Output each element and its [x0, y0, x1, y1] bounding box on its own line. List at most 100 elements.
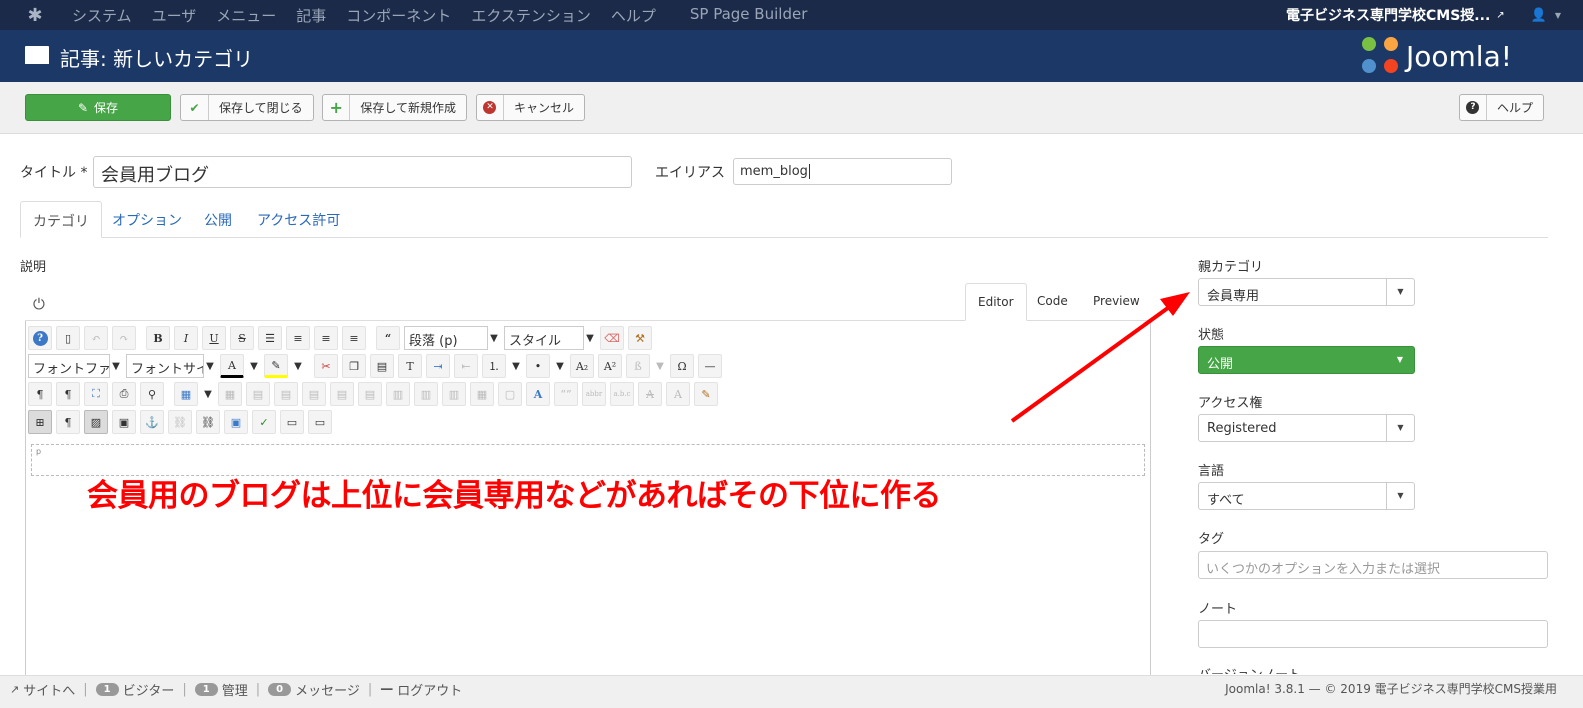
cancel-button[interactable]: ✕ キャンセル [476, 94, 585, 121]
ordered-list-icon[interactable]: ⒈ [482, 354, 506, 378]
logout-link[interactable]: — ログアウト [380, 680, 462, 699]
tab-code[interactable]: Code [1025, 283, 1080, 321]
alias-input[interactable]: mem_blog [733, 158, 952, 185]
external-link-icon[interactable]: ↗ [1496, 10, 1504, 21]
insert-row-after-icon[interactable]: ▤ [330, 382, 354, 406]
highlight-color-icon[interactable]: ✎ [264, 354, 288, 378]
pagebreak-icon[interactable]: ▭ [280, 410, 304, 434]
table-caret-icon[interactable]: ▼ [202, 389, 214, 400]
table-icon[interactable]: ▦ [174, 382, 198, 406]
menu-menus[interactable]: メニュー [206, 5, 286, 26]
non-breaking-icon[interactable]: ▨ [84, 410, 108, 434]
table-row-props-icon[interactable]: ▤ [246, 382, 270, 406]
text-color-icon[interactable]: A [220, 354, 244, 378]
remove-format-icon[interactable]: ß [626, 354, 650, 378]
messages-link[interactable]: 0 メッセージ [268, 680, 360, 699]
save-new-button[interactable]: + 保存して新規作成 [322, 94, 467, 121]
tab-publishing[interactable]: 公開 [192, 201, 244, 238]
delete-row-icon[interactable]: ▤ [358, 382, 382, 406]
visitors-link[interactable]: 1 ビジター [95, 680, 174, 699]
ordered-list-caret-icon[interactable]: ▼ [510, 361, 522, 372]
save-button[interactable]: ✎ 保存 [25, 94, 171, 121]
undo-icon[interactable]: ↶ [84, 326, 108, 350]
del-icon[interactable]: A [638, 382, 662, 406]
eraser-icon[interactable]: ⌫ [600, 326, 624, 350]
menu-extensions[interactable]: エクステンション [461, 5, 601, 26]
subscript-icon[interactable]: A₂ [570, 354, 594, 378]
table-delete-icon[interactable]: ▦ [218, 382, 242, 406]
spellcheck-icon[interactable]: ✓ [252, 410, 276, 434]
outdent-icon[interactable]: ⇤ [454, 354, 478, 378]
paste-icon[interactable]: ▤ [370, 354, 394, 378]
delete-col-icon[interactable]: ▥ [442, 382, 466, 406]
align-left-icon[interactable]: ≡ [314, 326, 338, 350]
layer-icon[interactable]: ▭ [308, 410, 332, 434]
tab-preview[interactable]: Preview [1081, 283, 1152, 321]
visual-aid-icon[interactable]: ⊞ [28, 410, 52, 434]
link-icon[interactable]: ⛓ [196, 410, 220, 434]
new-document-icon[interactable]: ▯ [56, 326, 80, 350]
align-justify-icon[interactable]: ☰ [258, 326, 282, 350]
indent-icon[interactable]: ⇥ [426, 354, 450, 378]
highlight-caret-icon[interactable]: ▼ [292, 361, 304, 372]
align-right-icon[interactable]: ≡ [342, 326, 366, 350]
save-close-button[interactable]: ✔ 保存して閉じる [180, 94, 314, 121]
font-family-caret-icon[interactable]: ▼ [110, 361, 122, 372]
fullscreen-icon[interactable]: ⛶ [84, 382, 108, 406]
user-icon[interactable]: 👤 [1531, 8, 1547, 23]
blockquote-icon[interactable]: “ [376, 326, 400, 350]
tab-category[interactable]: カテゴリ [20, 201, 102, 238]
merge-cells-icon[interactable]: ▢ [498, 382, 522, 406]
joomla-logo-icon[interactable]: ✱ [20, 5, 50, 26]
superscript-icon[interactable]: A² [598, 354, 622, 378]
tags-input[interactable]: いくつかのオプションを入力または選択 [1198, 551, 1548, 579]
tab-editor[interactable]: Editor [965, 283, 1027, 321]
strikethrough-icon[interactable]: S [230, 326, 254, 350]
user-menu-caret-icon[interactable]: ▼ [1555, 11, 1561, 20]
cite-icon[interactable]: “” [554, 382, 578, 406]
menu-content[interactable]: 記事 [286, 5, 336, 26]
remove-format-caret-icon[interactable]: ▼ [654, 361, 666, 372]
menu-system[interactable]: システム [62, 5, 142, 26]
help-button[interactable]: ? ヘルプ [1459, 94, 1544, 121]
menu-sp-page-builder[interactable]: SP Page Builder [680, 5, 817, 26]
split-cells-icon[interactable]: ▦ [470, 382, 494, 406]
insert-col-after-icon[interactable]: ▥ [414, 382, 438, 406]
abbr-icon[interactable]: abbr [582, 382, 606, 406]
site-name-link[interactable]: 電子ビジネス専門学校CMS授... [1286, 5, 1490, 25]
table-cell-props-icon[interactable]: ▤ [274, 382, 298, 406]
insert-col-before-icon[interactable]: ▥ [386, 382, 410, 406]
style-select[interactable]: スタイル [504, 326, 584, 350]
font-family-select[interactable]: フォントファ [28, 354, 110, 378]
paragraph-format-select[interactable]: 段落 (p) [404, 326, 488, 350]
copy-icon[interactable]: ❐ [342, 354, 366, 378]
text-color-caret-icon[interactable]: ▼ [248, 361, 260, 372]
template-icon[interactable]: ▣ [112, 410, 136, 434]
access-select[interactable]: Registered ▼ [1198, 414, 1415, 442]
attributes-icon[interactable]: ✎ [694, 382, 718, 406]
ltr-direction-icon[interactable]: ¶ [28, 382, 52, 406]
tab-permissions[interactable]: アクセス許可 [245, 201, 352, 238]
note-input[interactable] [1198, 620, 1548, 648]
view-site-link[interactable]: ↗ サイトへ [10, 680, 75, 699]
style-caret-icon[interactable]: ▼ [584, 333, 596, 344]
underline-icon[interactable]: U [202, 326, 226, 350]
italic-icon[interactable]: I [174, 326, 198, 350]
cleanup-broom-icon[interactable]: ⚒ [628, 326, 652, 350]
bold-icon[interactable]: B [146, 326, 170, 350]
show-blocks-pilcrow-icon[interactable]: ¶ [56, 410, 80, 434]
menu-users[interactable]: ユーザ [142, 5, 207, 26]
font-size-select[interactable]: フォントサイ [126, 354, 204, 378]
redo-icon[interactable]: ↷ [112, 326, 136, 350]
horizontal-rule-icon[interactable]: — [698, 354, 722, 378]
align-center-icon[interactable]: ≡ [286, 326, 310, 350]
image-icon[interactable]: ▣ [224, 410, 248, 434]
insert-row-before-icon[interactable]: ▤ [302, 382, 326, 406]
status-select[interactable]: 公開 ▼ [1198, 346, 1415, 374]
special-char-omega-icon[interactable]: Ω [670, 354, 694, 378]
ins-icon[interactable]: A [666, 382, 690, 406]
styles-icon[interactable]: A [526, 382, 550, 406]
rtl-direction-icon[interactable]: ¶ [56, 382, 80, 406]
bullet-list-icon[interactable]: • [526, 354, 550, 378]
tab-options[interactable]: オプション [100, 201, 194, 238]
